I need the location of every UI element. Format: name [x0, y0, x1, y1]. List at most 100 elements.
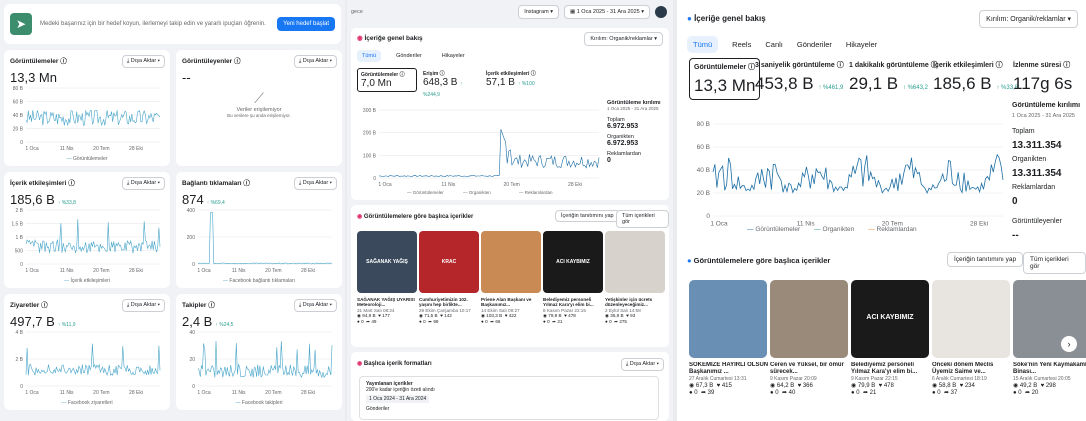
y-tick-label: 20 B: [13, 127, 24, 133]
card-chart: 4 B 2 B 01 Oca 11 Nis 20 Tem 28 Eki: [15, 330, 161, 396]
post-stats-2: ● 0 ➦ 37: [932, 390, 958, 396]
y-tick-label: 200: [187, 235, 196, 241]
p3-tab-4[interactable]: Hikayeler: [846, 40, 877, 49]
y-tick-label: 1 B: [15, 235, 23, 241]
y-tick-label: 4 B: [15, 330, 23, 336]
post-thumbnail[interactable]: ACI KAYBIMIZ: [543, 231, 603, 293]
x-tick-label: 20 Tem: [265, 268, 281, 274]
y-tick-label: 80 B: [13, 86, 24, 92]
post-stats-2: ● 0 ➦ 275: [605, 318, 627, 324]
overview-card: ◉ İçeriğe genel bakış Kırılım: Organik/r…: [351, 28, 669, 200]
p3-tab-2[interactable]: Canlı: [765, 40, 783, 49]
boost-content-button[interactable]: İçeriğin tanıtımını yap: [555, 210, 620, 222]
formats-icon: ◉: [357, 361, 363, 367]
x-tick-label: 11 Nis: [60, 146, 74, 152]
info-icon: ⓘ: [234, 58, 241, 65]
x-tick-label: 11 Nis: [441, 182, 455, 188]
metric-tile[interactable]: İçerik etkileşimleri ⓘ 57,1 B ↑ %100: [483, 68, 543, 90]
p3-post-thumbnail[interactable]: [932, 280, 1010, 358]
p3-metric-tile[interactable]: 3 saniyelik görüntüleme ⓘ 453,8 B ↑ %461,…: [755, 60, 844, 94]
p3-post-meta: Belediyemiz personeli Yılmaz Kara'yı eli…: [851, 362, 931, 397]
p3-breakdown-ads: 0: [1012, 196, 1018, 207]
p3-breakdown-select[interactable]: Kırılım: Organik/reklamlar ▾: [979, 10, 1078, 28]
metric-tile[interactable]: Erişim ⓘ 648,3 B ↑ %244,9: [420, 68, 480, 101]
y-tick-label: 0: [20, 384, 23, 390]
y-tick-label: 0: [20, 262, 23, 268]
p3-tab-0[interactable]: Tümü: [687, 36, 719, 53]
p3-see-all-button[interactable]: Tüm içerikleri gör: [1023, 252, 1086, 274]
series-line: [712, 153, 1004, 195]
metric-value: 185,6 B ↑ %33,8: [933, 74, 1019, 93]
formats-range: 1 Oca 2024 - 31 Ara 2024: [366, 395, 430, 403]
info-icon: ⓘ: [60, 58, 67, 65]
post-stats: ◉ 49,2 B ♥ 298: [1013, 383, 1056, 389]
p3-metric-tile[interactable]: İzlenme süresi ⓘ 117g 6s: [1013, 60, 1072, 94]
overview-tabs: Tümü Gönderiler Hikayeler: [357, 50, 470, 62]
new-goal-button[interactable]: Yeni hedef başlat: [277, 17, 335, 31]
metric-card: Görüntülemeler ⓘ ⤓ Dışa Aktar ▾ 13,3 Mn 8…: [4, 50, 170, 166]
export-button[interactable]: ⤓ Dışa Aktar ▾: [121, 177, 165, 190]
series-line: [197, 212, 333, 265]
export-button[interactable]: ⤓ Dışa Aktar ▾: [121, 299, 165, 312]
p3-post-thumbnail[interactable]: ACI KAYBIMIZ: [851, 280, 929, 358]
p3-metric-tile[interactable]: İçerik etkileşimleri ⓘ 185,6 B ↑ %33,8: [933, 60, 1018, 94]
p3-metric-tile[interactable]: 1 dakikalık görüntüleme ⓘ 29,1 B ↑ %643,2: [849, 60, 938, 94]
export-button[interactable]: ⤓ Dışa Aktar ▾: [293, 177, 337, 190]
y-tick-label: 2 B: [15, 357, 23, 363]
tab-2[interactable]: Hikayeler: [437, 50, 470, 62]
breakdown-range: 1 Oca 2025 - 31 Ara 2025: [607, 106, 659, 111]
formats-export-button[interactable]: ⤓ Dışa Aktar ▾: [620, 358, 664, 371]
post-stats-2: ● 0 ➦ 49: [357, 318, 377, 324]
p3-metric-tile[interactable]: Görüntülemeler ⓘ 13,3 Mn: [689, 58, 761, 100]
p3-boost-button[interactable]: İçeriğin tanıtımını yap: [947, 252, 1024, 267]
instagram-insights-panel: gece Instagram ▾ ▦ 1 Oca 2025 - 31 Ara 2…: [347, 0, 673, 421]
x-tick-label: 28 Eki: [301, 390, 315, 396]
p3-post-meta: Söke'nin Yeni Kaymakamlık Binası... 15 Ar…: [1013, 362, 1086, 397]
p3-tab-3[interactable]: Gönderiler: [797, 40, 832, 49]
metric-label: Erişim ⓘ: [423, 71, 445, 77]
p3-breakdown-ads-label: Reklamlardan: [1012, 184, 1056, 191]
post-caption: Ceren ve Yüksel, bir ömür sürecek...: [770, 362, 844, 375]
change-badge: ↑ %461,9: [818, 85, 844, 91]
p3-post-thumbnail[interactable]: [770, 280, 848, 358]
info-icon: ⓘ: [243, 180, 250, 187]
post-thumbnail[interactable]: SAĞANAK YAĞIŞ: [357, 231, 417, 293]
carousel-next-button[interactable]: ›: [1061, 336, 1077, 352]
breakdown-select[interactable]: Kırılım: Organik/reklamlar ▾: [584, 32, 663, 46]
post-stats: ◉ 67,3 B ♥ 415: [689, 383, 732, 389]
tab-1[interactable]: Gönderiler: [391, 50, 427, 62]
post-thumbnail[interactable]: KRAC: [419, 231, 479, 293]
platform-label: Instagram: [524, 9, 549, 15]
card-value: 497,7 B ↑ %11,9: [10, 314, 76, 329]
y-tick-label: 2 B: [15, 208, 23, 214]
legend-item: — Görüntülemeler: [407, 190, 444, 195]
post-thumbnail[interactable]: [481, 231, 541, 293]
export-button[interactable]: ⤓ Dışa Aktar ▾: [293, 55, 337, 68]
post-thumbnail[interactable]: [605, 231, 665, 293]
metric-tile[interactable]: Görüntülemeler ⓘ 7,0 Mn: [357, 68, 417, 92]
y-tick-label: 20: [189, 357, 195, 363]
x-tick-label: 28 Eki: [970, 221, 988, 228]
tab-0[interactable]: Tümü: [357, 50, 382, 62]
metric-card: Görüntüleyenler ⓘ ⤓ Dışa Aktar ▾ -- ⟋ Veri…: [176, 50, 342, 166]
post-caption: Cumhuriyetimizin 102. yaşını hep birlikt…: [419, 297, 468, 308]
p3-post-thumbnail[interactable]: [689, 280, 767, 358]
card-chart: 40 20 01 Oca 11 Nis 20 Tem 28 Eki: [189, 330, 333, 396]
export-button[interactable]: ⤓ Dışa Aktar ▾: [121, 55, 165, 68]
metric-value: 13,3 Mn: [694, 76, 756, 95]
avatar[interactable]: [655, 6, 667, 18]
date-range-select[interactable]: ▦ 1 Oca 2025 - 31 Ara 2025 ▾: [563, 5, 650, 19]
series-line: [25, 343, 161, 377]
platform-select[interactable]: Instagram ▾: [518, 5, 559, 19]
p3-breakdown-viewers: --: [1012, 230, 1019, 241]
post-caption: Önceki dönem Meclis Üyemiz Saime ve...: [932, 362, 994, 375]
series-line: [25, 219, 161, 254]
p3-tab-1[interactable]: Reels: [732, 40, 751, 49]
see-all-content-button[interactable]: Tüm içerikleri gör: [616, 210, 669, 228]
p3-breakdown-title: Görüntüleme kırılımı: [1012, 102, 1081, 109]
metric-label: 3 saniyelik görüntüleme ⓘ: [755, 62, 844, 69]
post-date: 27 Aralık Cumartesi 13:31: [689, 376, 747, 382]
y-tick-label: 0: [373, 176, 376, 182]
export-button[interactable]: ⤓ Dışa Aktar ▾: [293, 299, 337, 312]
change-badge: ↑ %100: [517, 81, 535, 87]
